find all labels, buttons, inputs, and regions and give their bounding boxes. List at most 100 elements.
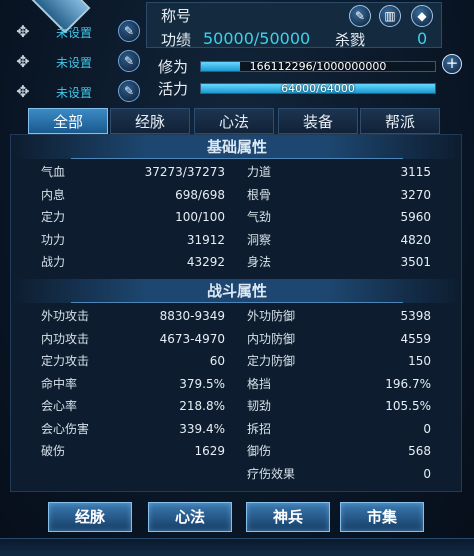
stat-row: 命中率 379.5% bbox=[41, 374, 225, 394]
stat-row: 定力防御 150 bbox=[247, 351, 431, 371]
badge-icon[interactable]: ◆ bbox=[411, 5, 433, 27]
stat-row: 内息 698/698 bbox=[41, 185, 225, 205]
stat-row: 韧劲 105.5% bbox=[247, 396, 431, 416]
market-button[interactable]: 市集 bbox=[340, 502, 424, 532]
stat-name: 内功攻击 bbox=[41, 331, 90, 346]
stat-value: 100/100 bbox=[175, 210, 225, 224]
stat-row: 格挡 196.7% bbox=[247, 374, 431, 394]
stat-name: 疗伤效果 bbox=[247, 466, 296, 481]
cultivation-bar: 修为 166112296/1000000000 bbox=[158, 56, 448, 76]
stat-value: 568 bbox=[408, 444, 431, 458]
tab-all[interactable]: 全部 bbox=[28, 108, 108, 134]
stat-row: 疗伤效果 0 bbox=[247, 464, 431, 484]
stat-value: 339.4% bbox=[179, 421, 225, 436]
meridians-button[interactable]: 经脉 bbox=[48, 502, 132, 532]
tab-equipment[interactable]: 装备 bbox=[278, 108, 358, 134]
edit-pen-icon[interactable]: ✎ bbox=[118, 20, 140, 42]
stat-row: 身法 3501 bbox=[247, 252, 431, 272]
title-slot-label: 未设置 bbox=[56, 56, 93, 70]
stat-name: 韧劲 bbox=[247, 399, 272, 413]
stat-name: 命中率 bbox=[41, 376, 78, 391]
cultivation-track: 166112296/1000000000 bbox=[200, 60, 436, 73]
stat-row: 会心率 218.8% bbox=[41, 396, 225, 416]
stat-name: 内功防御 bbox=[247, 331, 296, 346]
stat-name: 会心率 bbox=[41, 399, 78, 413]
combat-attributes-heading: 战斗属性 bbox=[11, 279, 463, 303]
stat-value: 196.7% bbox=[385, 376, 431, 391]
stat-value: 218.8% bbox=[179, 399, 225, 413]
stat-value: 0 bbox=[423, 466, 431, 481]
stat-row: 拆招 0 bbox=[247, 419, 431, 439]
base-attributes-heading: 基础属性 bbox=[11, 135, 463, 159]
stat-name: 格挡 bbox=[247, 376, 272, 391]
stat-name: 内息 bbox=[41, 187, 66, 202]
tab-meridians[interactable]: 经脉 bbox=[110, 108, 190, 134]
vitality-track: 64000/64000 bbox=[200, 82, 436, 95]
stat-value: 5960 bbox=[400, 210, 431, 224]
edit-pen-icon[interactable]: ✎ bbox=[118, 80, 140, 102]
add-cultivation-button[interactable]: + bbox=[442, 54, 462, 74]
tab-guild[interactable]: 帮派 bbox=[360, 108, 440, 134]
divine-weapon-button[interactable]: 神兵 bbox=[246, 502, 330, 532]
stat-name: 定力防御 bbox=[247, 354, 296, 368]
title-slot-3[interactable]: ✥ 未设置 ✎ bbox=[10, 80, 142, 106]
stat-name: 气劲 bbox=[247, 210, 272, 224]
kills-value: 0 bbox=[417, 29, 428, 48]
cultivation-value: 166112296/1000000000 bbox=[249, 60, 387, 73]
stat-name: 破伤 bbox=[41, 444, 66, 458]
stat-row: 会心伤害 339.4% bbox=[41, 419, 225, 439]
stat-row: 外功防御 5398 bbox=[247, 306, 431, 326]
title-slot-1[interactable]: ✥ 未设置 ✎ bbox=[10, 20, 142, 46]
stat-name: 定力 bbox=[41, 210, 66, 224]
stat-row: 内功防御 4559 bbox=[247, 329, 431, 349]
stat-name: 战力 bbox=[41, 255, 66, 269]
stat-row: 功力 31912 bbox=[41, 230, 225, 250]
stat-name: 外功防御 bbox=[247, 309, 296, 323]
stat-value: 0 bbox=[423, 421, 431, 436]
character-stats-window: ✥ 未设置 ✎ ✥ 未设置 ✎ ✥ 未设置 ✎ 称号 ✎ ▥ ◆ 功绩 5000… bbox=[0, 0, 474, 556]
vitality-bar: 活力 64000/64000 bbox=[158, 78, 448, 98]
scroll-icon: ✥ bbox=[16, 52, 30, 71]
merit-label: 功绩 bbox=[161, 31, 192, 49]
stat-value: 8830-9349 bbox=[159, 309, 225, 323]
stat-value: 5398 bbox=[400, 309, 431, 323]
stat-row: 洞察 4820 bbox=[247, 230, 431, 250]
vitality-value: 64000/64000 bbox=[281, 82, 355, 95]
kills-label: 杀戮 bbox=[335, 31, 366, 49]
stat-name: 会心伤害 bbox=[41, 421, 90, 436]
stat-name: 外功攻击 bbox=[41, 309, 90, 323]
title-label: 称号 bbox=[161, 7, 192, 25]
stat-name: 拆招 bbox=[247, 421, 272, 436]
header-box: 称号 ✎ ▥ ◆ 功绩 50000/50000 杀戮 0 bbox=[146, 2, 442, 49]
stat-row: 破伤 1629 bbox=[41, 441, 225, 461]
stat-value: 43292 bbox=[186, 255, 225, 269]
stat-name: 身法 bbox=[247, 255, 272, 269]
title-slot-label: 未设置 bbox=[56, 86, 93, 100]
stat-value: 4673-4970 bbox=[159, 331, 225, 346]
stat-value: 379.5% bbox=[179, 376, 225, 391]
stat-value: 698/698 bbox=[175, 187, 225, 202]
cultivation-label: 修为 bbox=[158, 58, 189, 76]
stats-panel: 基础属性 气血 37273/37273 内息 698/698 定力 100/100 功力 31… bbox=[10, 134, 463, 492]
stat-value: 105.5% bbox=[385, 399, 431, 413]
barcode-icon[interactable]: ▥ bbox=[379, 5, 401, 27]
stat-name: 根骨 bbox=[247, 187, 272, 202]
stat-value: 1629 bbox=[194, 444, 225, 458]
stat-value: 4820 bbox=[400, 232, 431, 247]
stat-value: 31912 bbox=[186, 232, 225, 247]
mental-arts-button[interactable]: 心法 bbox=[148, 502, 232, 532]
stat-row: 力道 3115 bbox=[247, 162, 431, 182]
edit-title-icon[interactable]: ✎ bbox=[349, 5, 371, 27]
scroll-icon: ✥ bbox=[16, 22, 30, 41]
stat-value: 3115 bbox=[400, 165, 431, 179]
edit-pen-icon[interactable]: ✎ bbox=[118, 50, 140, 72]
stat-row: 定力 100/100 bbox=[41, 207, 225, 227]
stat-name: 功力 bbox=[41, 232, 66, 247]
stat-value: 150 bbox=[408, 354, 431, 368]
stat-name: 御伤 bbox=[247, 444, 272, 458]
tab-mental-arts[interactable]: 心法 bbox=[194, 108, 274, 134]
stat-row: 外功攻击 8830-9349 bbox=[41, 306, 225, 326]
title-slot-2[interactable]: ✥ 未设置 ✎ bbox=[10, 50, 142, 76]
stat-name: 定力攻击 bbox=[41, 354, 90, 368]
stat-row: 定力攻击 60 bbox=[41, 351, 225, 371]
